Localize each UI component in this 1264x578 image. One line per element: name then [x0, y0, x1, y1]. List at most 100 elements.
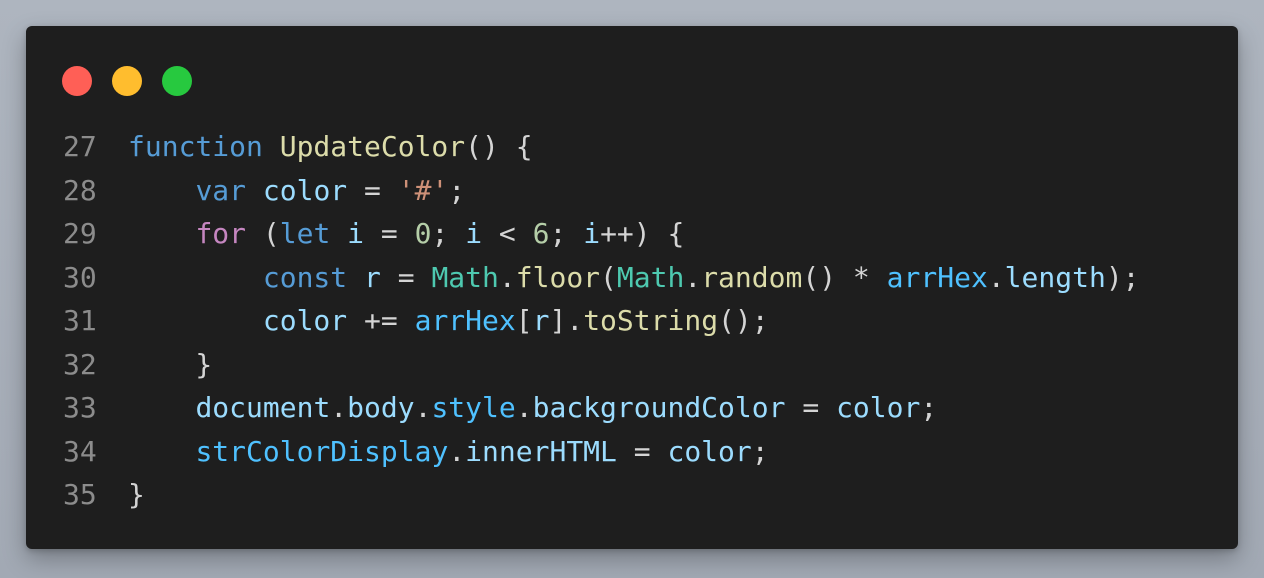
code-token: i — [347, 217, 365, 250]
code-line: 35} — [26, 473, 1238, 517]
code-token: color — [262, 304, 348, 337]
code-token: = — [785, 391, 837, 424]
code-token: . — [684, 260, 702, 294]
code-token: = — [347, 173, 398, 207]
code-token: += — [347, 304, 415, 337]
code-token: Math — [616, 260, 685, 294]
code-token: ; — [920, 391, 938, 424]
code-token: 0 — [414, 217, 432, 250]
code-token: body — [347, 391, 415, 424]
code-token: = — [380, 260, 432, 294]
code-line: 34 strColorDisplay.innerHTML = color; — [26, 430, 1238, 474]
code-text: } — [123, 343, 1238, 387]
line-number: 33 — [63, 391, 97, 424]
code-text: var color = '#'; — [123, 169, 1238, 213]
code-text: document.body.style.backgroundColor = co… — [123, 386, 1238, 430]
code-line: 30 const r = Math.floor(Math.random() * … — [26, 256, 1238, 300]
code-text: color += arrHex[r].toString(); — [123, 299, 1238, 343]
code-token: strColorDisplay — [195, 434, 449, 468]
code-token: ); — [1105, 260, 1140, 294]
minimize-button[interactable] — [112, 66, 142, 96]
code-line: 29 for (let i = 0; i < 6; i++) { — [26, 212, 1238, 256]
code-token: floor — [515, 260, 601, 294]
line-number: 30 — [63, 260, 97, 294]
code-token: } — [128, 347, 213, 381]
code-token: ; — [751, 434, 769, 468]
code-token: for — [195, 217, 247, 250]
code-token: . — [448, 434, 466, 468]
code-token: . — [987, 260, 1005, 294]
line-number: 29 — [63, 217, 97, 250]
code-token: = — [364, 217, 415, 250]
code-line: 31 color += arrHex[r].toString(); — [26, 299, 1238, 343]
line-number: 31 — [63, 304, 97, 337]
code-line: 33 document.body.style.backgroundColor =… — [26, 386, 1238, 430]
code-token: . — [498, 260, 516, 294]
code-token: arrHex — [414, 304, 516, 337]
code-token: length — [1004, 260, 1106, 294]
code-text: for (let i = 0; i < 6; i++) { — [123, 212, 1238, 256]
code-token: < — [482, 217, 533, 250]
code-text: } — [123, 473, 1238, 517]
code-window: 27 function UpdateColor() {28 var color =… — [26, 26, 1238, 549]
code-token: style — [431, 391, 516, 424]
code-token: . — [515, 391, 533, 424]
code-token: () { — [465, 130, 533, 163]
line-number: 35 — [63, 478, 97, 511]
code-token: 6 — [532, 217, 550, 250]
code-line: 32 } — [26, 343, 1238, 387]
code-token: ( — [246, 217, 280, 250]
code-token: let — [279, 217, 331, 250]
code-block[interactable]: 27 function UpdateColor() {28 var color =… — [26, 125, 1238, 517]
code-token: ; — [431, 217, 466, 250]
code-token: i — [583, 217, 601, 250]
code-token: '#' — [397, 173, 449, 207]
code-token: function — [128, 130, 263, 163]
line-number: 28 — [63, 173, 97, 207]
line-number: 27 — [63, 130, 97, 163]
code-token: color — [262, 173, 348, 207]
code-token: ; — [549, 217, 584, 250]
code-text: const r = Math.floor(Math.random() * arr… — [123, 256, 1238, 300]
code-token: . — [414, 391, 432, 424]
code-token: (); — [718, 304, 769, 337]
line-number: 34 — [63, 434, 97, 468]
code-text: strColorDisplay.innerHTML = color; — [123, 430, 1238, 474]
code-token: ; — [448, 173, 466, 207]
code-token: toString — [583, 304, 719, 337]
code-token: ++) { — [600, 217, 685, 250]
code-token: ( — [600, 260, 617, 294]
code-token: color — [836, 391, 921, 424]
code-token: var — [195, 173, 247, 207]
maximize-button[interactable] — [162, 66, 192, 96]
code-token: color — [667, 434, 752, 468]
code-token: i — [465, 217, 483, 250]
code-token: r — [532, 304, 550, 337]
code-token: . — [330, 391, 348, 424]
code-token: r — [364, 260, 381, 294]
code-token: [ — [515, 304, 533, 337]
code-text: function UpdateColor() { — [123, 125, 1238, 169]
code-token: backgroundColor — [532, 391, 786, 424]
code-line: 28 var color = '#'; — [26, 169, 1238, 213]
code-token: } — [128, 478, 145, 511]
code-token: UpdateColor — [279, 130, 466, 163]
code-token: const — [262, 260, 348, 294]
code-token: document — [195, 391, 331, 424]
code-token: ]. — [549, 304, 584, 337]
code-token: innerHTML — [465, 434, 617, 468]
code-token: () * — [802, 260, 887, 294]
close-button[interactable] — [62, 66, 92, 96]
code-token: arrHex — [886, 260, 988, 294]
code-line: 27 function UpdateColor() { — [26, 125, 1238, 169]
code-token: Math — [431, 260, 499, 294]
